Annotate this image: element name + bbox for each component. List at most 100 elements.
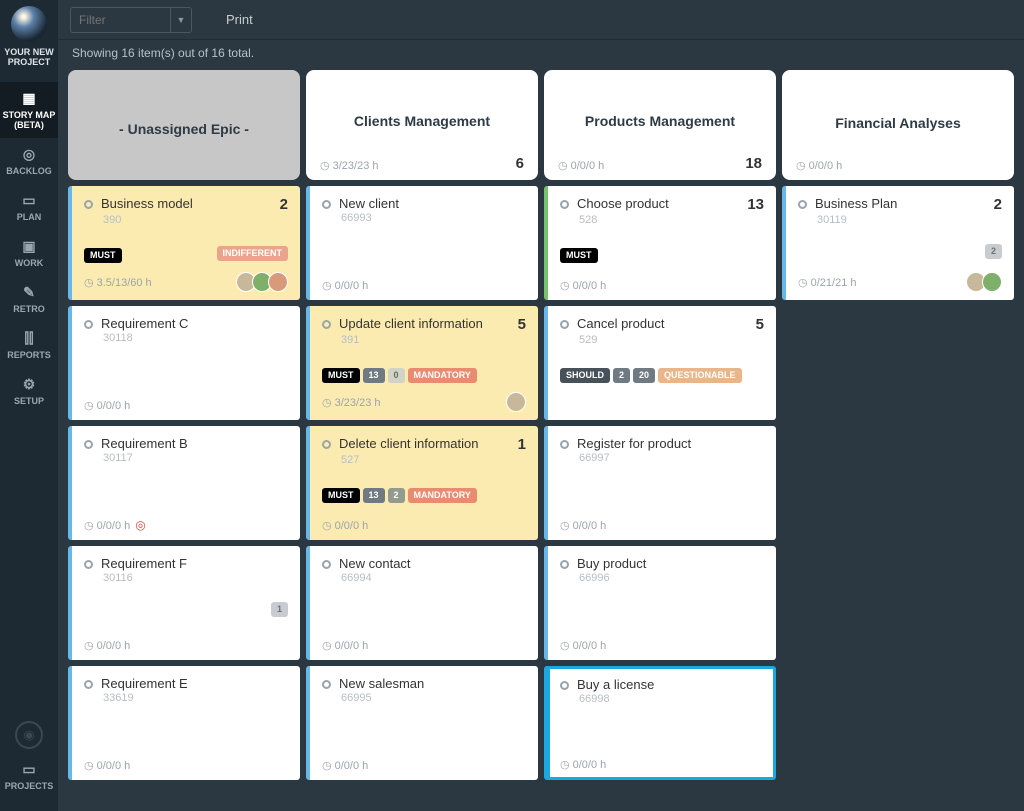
epic-header[interactable]: Financial Analyses0/0/0 h: [782, 70, 1014, 180]
epic-time: 0/0/0 h: [558, 159, 604, 172]
card-title: Delete client information: [339, 436, 512, 451]
card-id: 30116: [103, 572, 288, 584]
nav-label: BACKLOG: [6, 166, 52, 176]
story-card[interactable]: New salesman669950/0/0 h: [306, 666, 538, 780]
avatar: [268, 272, 288, 292]
avatar: [506, 392, 526, 412]
card-time: 0/0/0 h: [560, 279, 606, 292]
story-card[interactable]: Register for product669970/0/0 h: [544, 426, 776, 540]
card-title: Business Plan: [815, 196, 988, 211]
card-id: 528: [579, 214, 764, 226]
tag: 1: [271, 602, 288, 617]
card-id: 66998: [579, 693, 763, 705]
card-title: Cancel product: [577, 316, 750, 331]
sidebar: YOUR NEW PROJECT ▦STORY MAP (BETA) ◎ BACKL…: [0, 0, 58, 811]
avatars: [970, 272, 1002, 292]
card-id: 66994: [341, 572, 526, 584]
sidebar-item-backlog[interactable]: ◎ BACKLOG: [0, 138, 58, 184]
card-time: 0/0/0 h: [560, 639, 606, 652]
sidebar-item-reports[interactable]: ⫿⫿REPORTS: [0, 322, 58, 368]
story-card[interactable]: Update client information5391MUST130MAND…: [306, 306, 538, 420]
projects-circle-icon[interactable]: ◉: [15, 721, 43, 749]
sidebar-item-projects[interactable]: ▭ PROJECTS: [0, 761, 58, 799]
project-logo[interactable]: [11, 6, 47, 42]
card-id: 30118: [103, 332, 288, 344]
card-points: 5: [518, 316, 526, 333]
chevron-down-icon: ▼: [177, 15, 186, 25]
tag: MANDATORY: [408, 488, 477, 503]
card-title: Requirement C: [101, 316, 288, 331]
sidebar-item-story-map-beta-[interactable]: ▦STORY MAP (BETA): [0, 82, 58, 138]
card-title: Choose product: [577, 196, 741, 211]
story-card[interactable]: Requirement B301170/0/0 h◎: [68, 426, 300, 540]
print-button[interactable]: Print: [226, 12, 253, 27]
nav-icon: ✎: [0, 284, 58, 301]
tag: 13: [363, 368, 385, 383]
card-points: 1: [518, 436, 526, 453]
story-card[interactable]: Requirement F3011610/0/0 h: [68, 546, 300, 660]
epic-header[interactable]: - Unassigned Epic -: [68, 70, 300, 180]
sidebar-item-work[interactable]: ▣WORK: [0, 230, 58, 276]
avatar: [982, 272, 1002, 292]
epic-header[interactable]: Clients Management3/23/23 h6: [306, 70, 538, 180]
status-bullet-icon: [84, 440, 93, 449]
status-bullet-icon: [560, 200, 569, 209]
nav-icon: ◎: [0, 146, 58, 163]
card-title: Requirement F: [101, 556, 288, 571]
story-card[interactable]: New client669930/0/0 h: [306, 186, 538, 300]
filter-dropdown-button[interactable]: ▼: [170, 7, 192, 33]
card-time: 0/0/0 h: [322, 759, 368, 772]
status-bullet-icon: [560, 681, 569, 690]
sidebar-item-retro[interactable]: ✎RETRO: [0, 276, 58, 322]
tag-row: MUST130MANDATORY: [322, 368, 477, 383]
story-card[interactable]: New contact669940/0/0 h: [306, 546, 538, 660]
card-id: 527: [341, 454, 526, 466]
status-bullet-icon: [322, 320, 331, 329]
story-card[interactable]: Requirement C301180/0/0 h: [68, 306, 300, 420]
card-time: 0/0/0 h: [322, 279, 368, 292]
card-title: Buy a license: [577, 677, 763, 692]
card-title: Buy product: [577, 556, 764, 571]
tag-row: MUST: [84, 248, 122, 263]
card-title: Register for product: [577, 436, 764, 451]
card-id: 30119: [817, 214, 1002, 226]
tag: 0: [388, 368, 405, 383]
card-points: 2: [994, 196, 1002, 213]
epic-time: 3/23/23 h: [320, 159, 378, 172]
card-time: 0/0/0 h: [84, 519, 130, 532]
filter-input[interactable]: [70, 7, 170, 33]
card-title: New client: [339, 196, 526, 211]
story-card[interactable]: Business Plan23011920/21/21 h: [782, 186, 1014, 300]
card-time: 3.5/13/60 h: [84, 276, 152, 289]
story-card[interactable]: Requirement E336190/0/0 h: [68, 666, 300, 780]
sidebar-item-setup[interactable]: ⚙SETUP: [0, 368, 58, 414]
epic-header[interactable]: Products Management0/0/0 h18: [544, 70, 776, 180]
status-bullet-icon: [322, 440, 331, 449]
story-card[interactable]: Delete client information1527MUST132MAND…: [306, 426, 538, 540]
card-points: 13: [747, 196, 764, 213]
story-card[interactable]: Buy a license669980/0/0 h: [544, 666, 776, 780]
card-time: 3/23/23 h: [322, 396, 380, 409]
nav-icon: ▣: [0, 238, 58, 255]
story-card[interactable]: Buy product669960/0/0 h: [544, 546, 776, 660]
nav-icon: ⚙: [0, 376, 58, 393]
tag: MUST: [322, 368, 360, 383]
story-card[interactable]: Business model2390MUSTINDIFFERENT3.5/13/…: [68, 186, 300, 300]
alert-icon: ◎: [135, 518, 145, 532]
status-bullet-icon: [322, 200, 331, 209]
story-card[interactable]: Cancel product5529SHOULD220QUESTIONABLE: [544, 306, 776, 420]
sidebar-item-plan[interactable]: ▭PLAN: [0, 184, 58, 230]
avatars: [510, 392, 526, 412]
card-id: 391: [341, 334, 526, 346]
tag-row: MUST: [560, 248, 598, 263]
project-title: YOUR NEW PROJECT: [0, 48, 58, 68]
nav-icon: ▭: [0, 192, 58, 209]
tag: SHOULD: [560, 368, 610, 383]
tag: 2: [388, 488, 405, 503]
story-card[interactable]: Choose product 13528 MUST 0/0/0 h: [544, 186, 776, 300]
card-points: 5: [756, 316, 764, 333]
status-bullet-icon: [560, 440, 569, 449]
nav-label: REPORTS: [7, 350, 51, 360]
tag: 13: [363, 488, 385, 503]
epic-count: 6: [516, 155, 524, 172]
